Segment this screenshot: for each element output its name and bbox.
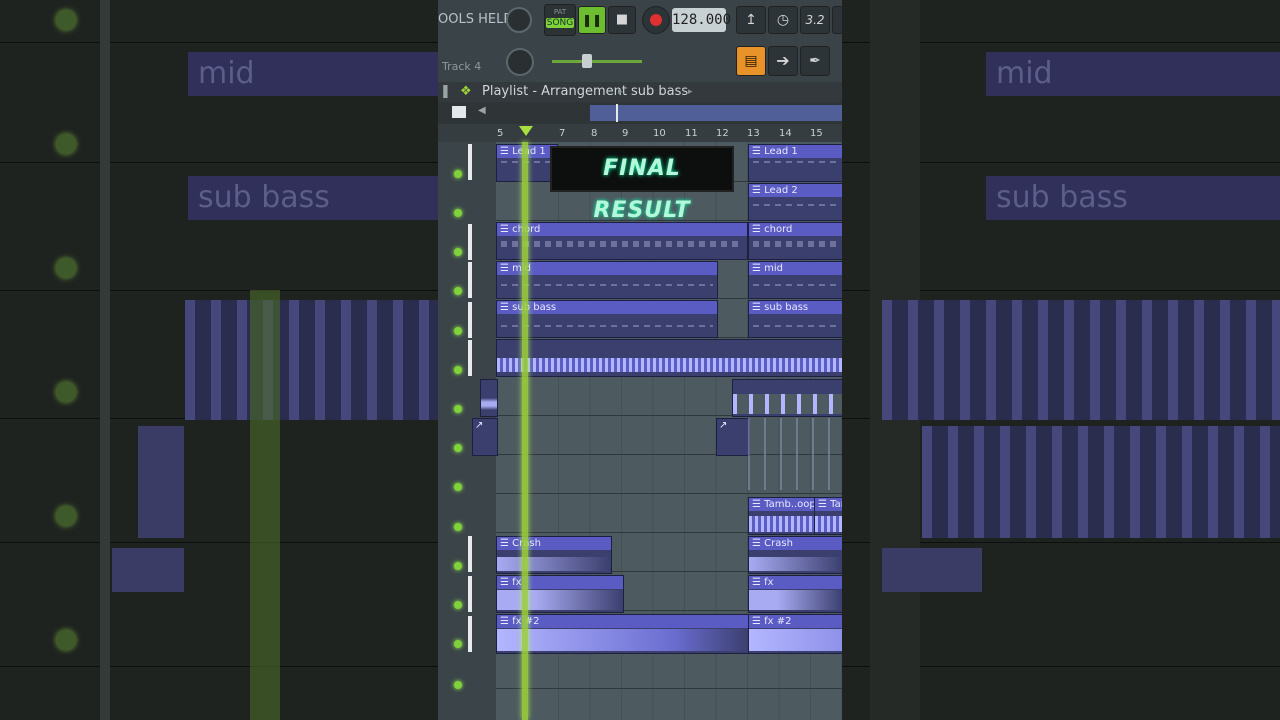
track-13-mute-button[interactable] [454, 640, 462, 648]
time-signature-button[interactable]: 3.2 [800, 6, 830, 34]
clip-fx[interactable]: ☰ fx [496, 575, 624, 613]
clip-sub-bass-b[interactable]: ☰ sub bass [748, 300, 842, 338]
song-label: SONG [546, 18, 574, 28]
record-button[interactable] [642, 6, 670, 34]
track-9-mute-button[interactable] [454, 483, 462, 491]
bar-12: 12 [716, 128, 729, 139]
timeline-ruler[interactable]: 5 7 8 9 10 11 12 13 14 15 [438, 124, 842, 142]
bg-clip-mid-right: mid [986, 52, 1280, 96]
bar-13: 13 [747, 128, 760, 139]
clip-crash-b[interactable]: ☰ Crash [748, 536, 842, 574]
more-icon[interactable] [832, 6, 842, 34]
pat-song-toggle[interactable]: PAT SONG [544, 4, 576, 36]
track-8-mute-button[interactable] [454, 444, 462, 452]
scroll-position-marker [616, 104, 618, 122]
bg-clip-mid: mid [188, 52, 438, 96]
clip-tambourine-loop-b[interactable]: ☰ Tam [814, 497, 842, 535]
playlist-view-button[interactable]: ▤ [736, 46, 766, 76]
clip-fx-2[interactable]: ☰ fx #2 [496, 614, 750, 654]
clip-kick-pattern[interactable] [732, 379, 842, 417]
breadcrumb-menu-icon[interactable]: ❚ [440, 82, 451, 102]
automation-icon: ↗ [475, 420, 484, 431]
breadcrumb-path[interactable]: Playlist - Arrangement [482, 82, 627, 102]
stop-button[interactable]: ■ [608, 6, 636, 34]
final-result-caption: FINAL RESULT [550, 146, 734, 223]
clip-lead-2[interactable]: ☰ Lead 2 [748, 183, 842, 221]
bar-11: 11 [685, 128, 698, 139]
clip-drum-loop[interactable] [496, 339, 842, 377]
hat-pattern[interactable] [748, 418, 842, 490]
slider-handle[interactable] [582, 54, 592, 68]
pat-label: PAT [553, 8, 567, 16]
track-14-mute-button[interactable] [454, 681, 462, 689]
track-12-mute-button[interactable] [454, 601, 462, 609]
menu-tools-help[interactable]: OOLS HELP [438, 12, 511, 27]
breadcrumb-current[interactable]: sub bass [631, 82, 688, 102]
playhead-marker[interactable] [519, 126, 533, 136]
playlist-icon: ❖ [460, 84, 472, 99]
clip-sub-bass[interactable]: ☰ sub bass [496, 300, 718, 338]
clip-kick[interactable] [480, 379, 498, 417]
bar-5: 5 [497, 128, 504, 139]
bar-14: 14 [779, 128, 792, 139]
bar-7: 7 [559, 128, 566, 139]
track-3-mute-button[interactable] [454, 248, 462, 256]
track-5-mute-button[interactable] [454, 327, 462, 335]
clip-lead-1-b[interactable]: ☰ Lead 1 [748, 144, 842, 182]
scroll-left-icon[interactable]: ◀ [478, 105, 490, 119]
background-left-blur: mid sub bass [0, 0, 438, 720]
clip-mid-b[interactable]: ☰ mid [748, 261, 842, 299]
playlist-window: OOLS HELP PAT SONG ❚❚ ■ 128.000 ↥ ◷ 3.2 … [438, 0, 842, 720]
track-11-mute-button[interactable] [454, 562, 462, 570]
bar-8: 8 [591, 128, 598, 139]
clip-chord-b[interactable]: ☰ chord [748, 222, 842, 260]
bg-clip-sub-bass-right: sub bass [986, 176, 1280, 220]
clip-crash[interactable]: ☰ Crash [496, 536, 612, 574]
pitch-knob[interactable] [506, 48, 534, 76]
record-icon [650, 14, 662, 26]
clip-automation[interactable]: ↗ [472, 418, 498, 456]
track-10-mute-button[interactable] [454, 523, 462, 531]
master-pitch-slider[interactable] [552, 54, 642, 68]
clip-fx-b[interactable]: ☰ fx [748, 575, 842, 613]
clip-tambourine-loop[interactable]: ☰ Tamb..oop [748, 497, 816, 535]
horizontal-scrollbar[interactable]: ◀ [438, 102, 842, 124]
breadcrumb: ❚ ❖ Playlist - Arrangement ▸ sub bass ▸ [438, 82, 842, 102]
playhead-line [522, 142, 528, 720]
track-4-mute-button[interactable] [454, 287, 462, 295]
track-2-mute-button[interactable] [454, 209, 462, 217]
piano-icon[interactable] [452, 106, 466, 118]
clip-fx-2-b[interactable]: ☰ fx #2 [748, 614, 842, 654]
track-7-mute-button[interactable] [454, 405, 462, 413]
track-1-mute-button[interactable] [454, 170, 462, 178]
bg-clip-sub-bass: sub bass [188, 176, 438, 220]
clip-automation-b[interactable]: ↗ [716, 418, 750, 456]
breadcrumb-arrow-icon: ▸ [688, 87, 693, 97]
bar-15: 15 [810, 128, 823, 139]
scrollbar-thumb[interactable] [590, 105, 842, 121]
automation-icon-b: ↗ [719, 420, 728, 431]
breadcrumb-separator-icon: ▸ [618, 87, 623, 97]
pause-button[interactable]: ❚❚ [578, 6, 606, 34]
tempo-display[interactable]: 128.000 [672, 8, 731, 32]
track-6-mute-button[interactable] [454, 366, 462, 374]
wait-input-icon[interactable]: ◷ [768, 6, 798, 34]
arrow-right-icon[interactable]: ➔ [768, 46, 798, 76]
metronome-icon[interactable]: ↥ [736, 6, 766, 34]
brush-icon[interactable]: ✒ [800, 46, 830, 76]
track-label: Track 4 [442, 60, 482, 73]
bar-9: 9 [622, 128, 629, 139]
bar-10: 10 [653, 128, 666, 139]
toolbar: OOLS HELP PAT SONG ❚❚ ■ 128.000 ↥ ◷ 3.2 … [438, 0, 842, 83]
master-volume-knob[interactable] [506, 7, 532, 33]
clip-mid[interactable]: ☰ mid [496, 261, 718, 299]
background-right-blur: mid sub bass [842, 0, 1280, 720]
